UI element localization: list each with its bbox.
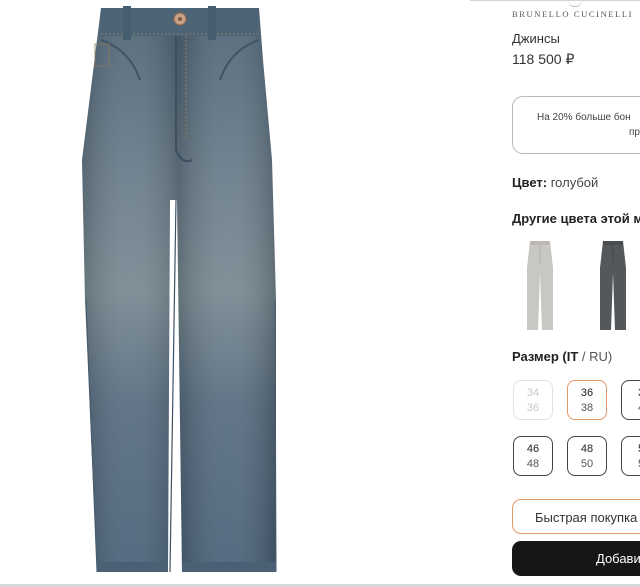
product-image-gallery[interactable] <box>0 0 470 584</box>
color-value: голубой <box>550 175 599 190</box>
other-colors-title: Другие цвета этой м <box>512 211 640 226</box>
size-option-5[interactable]: 5 5 <box>621 436 640 476</box>
brand-name[interactable]: BRUNELLO CUCINELLI <box>512 9 633 19</box>
size-it: 48 <box>580 443 594 455</box>
bonus-info-box: На 20% больше бон пр <box>512 96 640 154</box>
size-it: 5 <box>622 443 640 455</box>
add-to-cart-button[interactable]: Добави <box>512 541 640 576</box>
size-option-48[interactable]: 48 50 <box>567 436 607 476</box>
size-ru: 48 <box>526 458 540 470</box>
size-it: 46 <box>526 443 540 455</box>
color-variant-dark[interactable] <box>593 238 633 333</box>
size-option-36[interactable]: 36 38 <box>567 380 607 420</box>
color-separator: : <box>542 175 551 190</box>
quick-buy-label: Быстрая покупка <box>535 510 638 525</box>
color-row: Цвет: голубой <box>512 175 598 190</box>
jeans-product-image <box>82 6 277 573</box>
product-title: Джинсы <box>512 31 560 46</box>
size-title-suffix: / RU) <box>578 349 613 364</box>
bonus-text-line-1: На 20% больше бон <box>537 112 631 123</box>
size-title-main: Размер (IT <box>512 349 579 364</box>
size-option-34[interactable]: 34 36 <box>513 380 553 420</box>
size-it: 36 <box>580 387 594 399</box>
size-title: Размер (IT / RU) <box>512 349 612 364</box>
size-ru: 36 <box>526 402 540 414</box>
bonus-text-line-2: пр <box>629 127 640 138</box>
color-variant-light[interactable] <box>520 238 560 333</box>
add-to-cart-label: Добави <box>596 551 640 566</box>
brand-crest-icon <box>568 0 582 7</box>
size-ru: 4 <box>622 402 640 414</box>
light-grey-jeans-thumbnail-icon <box>527 241 553 330</box>
quick-buy-button[interactable]: Быстрая покупка <box>512 499 640 534</box>
product-price: 118 500 ₽ <box>512 51 575 67</box>
size-option-46[interactable]: 46 48 <box>513 436 553 476</box>
size-ru: 5 <box>622 458 640 470</box>
size-ru: 50 <box>580 458 594 470</box>
dark-grey-jeans-thumbnail-icon <box>600 241 626 330</box>
size-option-3[interactable]: 3 4 <box>621 380 640 420</box>
color-label: Цвет <box>512 175 543 190</box>
size-ru: 38 <box>580 402 594 414</box>
size-it: 34 <box>526 387 540 399</box>
size-it: 3 <box>622 387 640 399</box>
